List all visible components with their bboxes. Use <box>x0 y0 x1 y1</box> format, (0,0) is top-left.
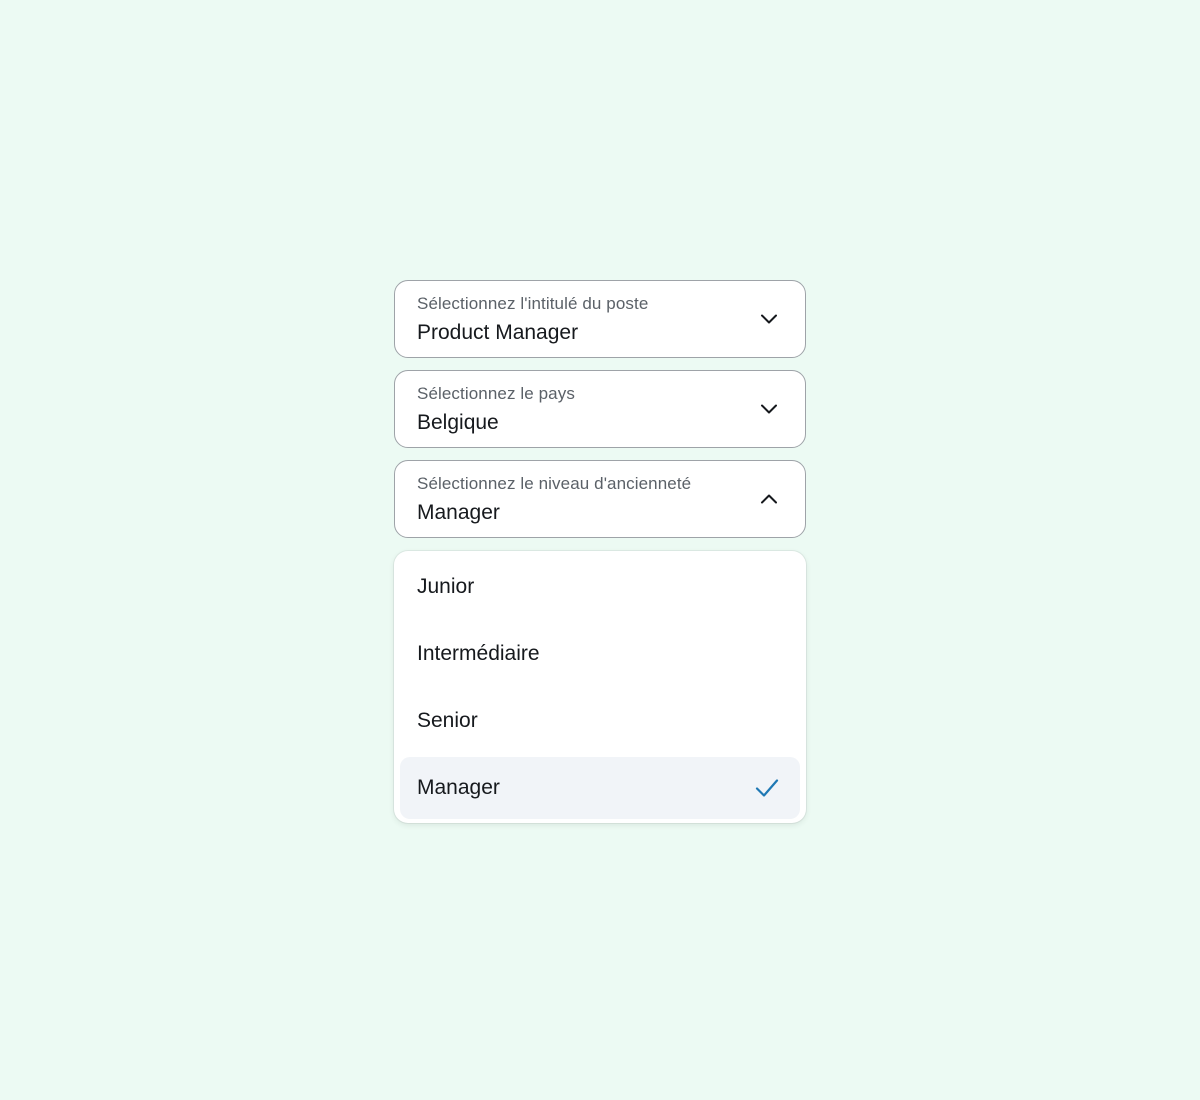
job-title-label: Sélectionnez l'intitulé du poste <box>417 294 649 313</box>
option-manager[interactable]: Manager <box>400 757 800 819</box>
option-label: Manager <box>417 776 500 799</box>
country-label: Sélectionnez le pays <box>417 384 575 403</box>
chevron-down-icon[interactable] <box>759 309 779 329</box>
seniority-label: Sélectionnez le niveau d'ancienneté <box>417 474 692 493</box>
country-value: Belgique <box>417 411 499 434</box>
option-label: Junior <box>417 574 475 598</box>
option-junior[interactable]: Junior <box>400 553 800 620</box>
seniority-value: Manager <box>417 501 500 524</box>
chevron-up-icon[interactable] <box>759 489 779 509</box>
option-intermediaire[interactable]: Intermédiaire <box>400 620 800 687</box>
checkmark-icon <box>754 777 780 799</box>
option-senior[interactable]: Senior <box>400 687 800 754</box>
job-title-value: Product Manager <box>417 321 579 344</box>
seniority-select[interactable]: Sélectionnez le niveau d'ancienneté Mana… <box>394 460 806 538</box>
form-stack: Sélectionnez l'intitulé du poste Product… <box>394 280 806 550</box>
option-label: Senior <box>417 708 478 732</box>
option-label: Intermédiaire <box>417 641 540 665</box>
country-select[interactable]: Sélectionnez le pays Belgique <box>394 370 806 448</box>
job-title-select[interactable]: Sélectionnez l'intitulé du poste Product… <box>394 280 806 358</box>
chevron-down-icon[interactable] <box>759 399 779 419</box>
seniority-dropdown-menu: Junior Intermédiaire Senior Manager <box>394 551 806 823</box>
